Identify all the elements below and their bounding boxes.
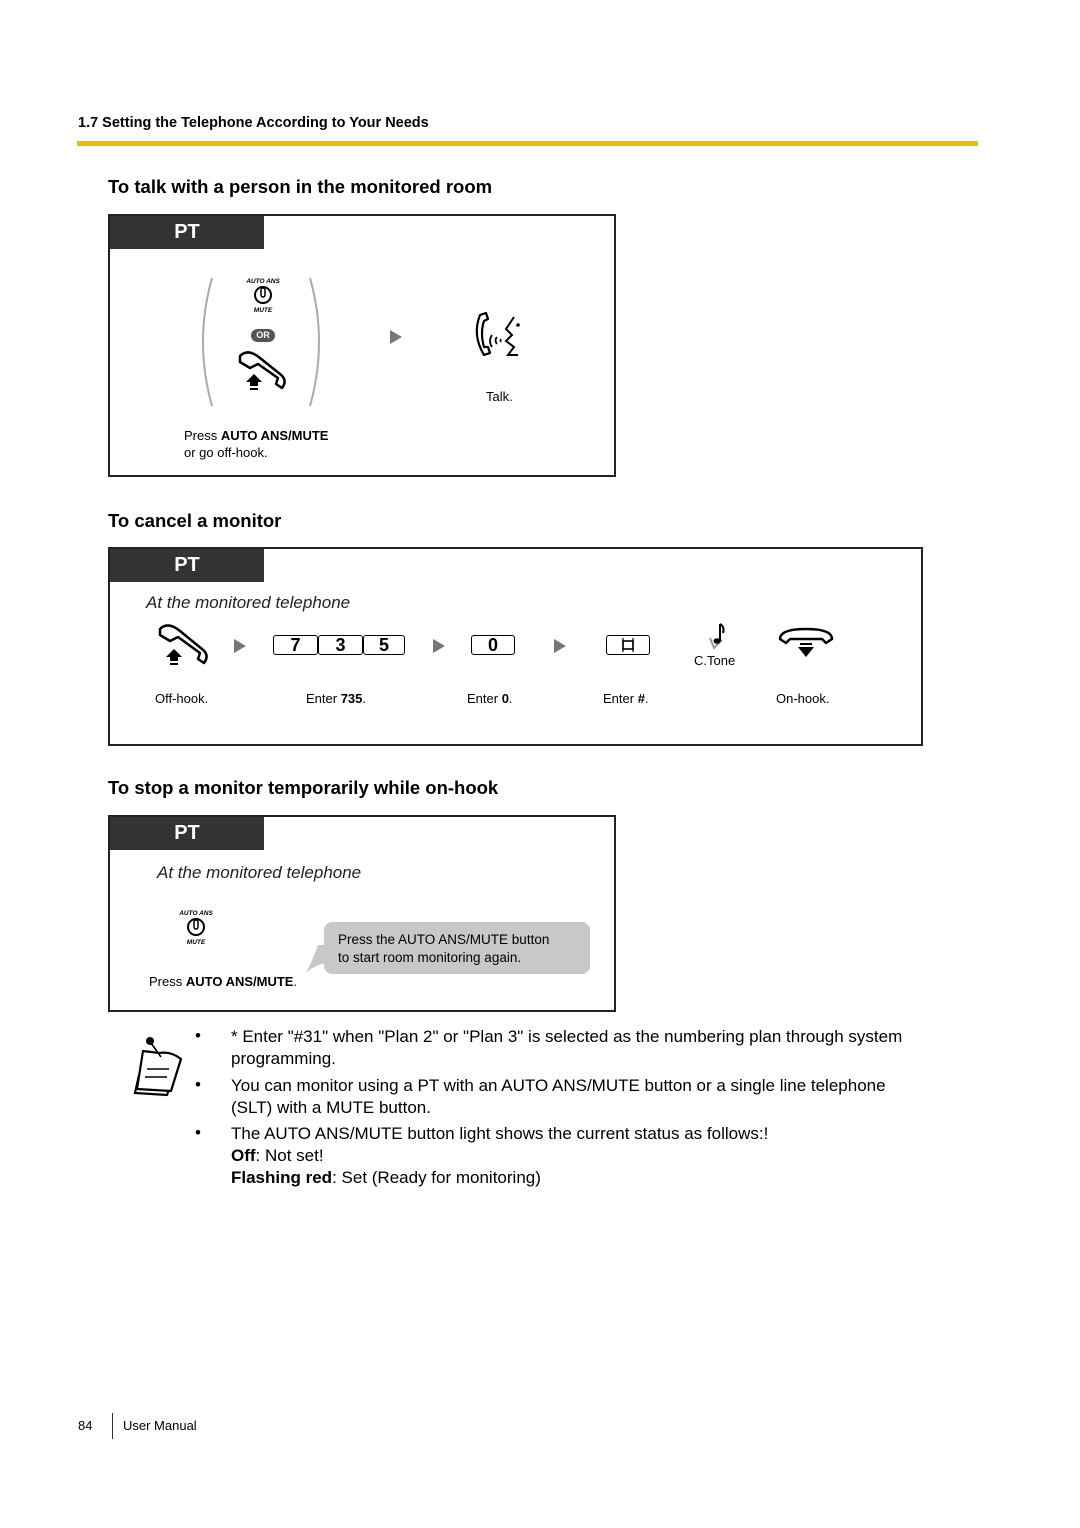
- status-label: Off: [231, 1146, 256, 1165]
- auto-ans-mute-button: AUTO ANS MUTE: [173, 910, 219, 946]
- keys-735: 7 3 5: [273, 635, 405, 655]
- caption-text: .: [644, 691, 649, 706]
- note-text: * Enter "#31" when "Plan 2" or "Plan 3" …: [231, 1026, 951, 1070]
- monitored-telephone-note: At the monitored telephone: [146, 593, 351, 612]
- note-text: You can monitor using a PT with an AUTO …: [231, 1075, 951, 1119]
- caption-enter-hash: Enter #.: [603, 691, 649, 706]
- auto-ans-mute-button: AUTO ANS MUTE: [240, 278, 286, 314]
- caption-bold-text: AUTO ANS/MUTE: [185, 974, 294, 989]
- caption-text: Press: [149, 974, 186, 989]
- talk-section-title: To talk with a person in the monitored r…: [108, 176, 493, 197]
- caption-bold-text: 735: [340, 691, 363, 706]
- next-step-arrow: [433, 639, 445, 653]
- caption-bold-text: AUTO ANS/MUTE: [220, 428, 329, 443]
- pt-tab: PT: [110, 549, 264, 582]
- confirmation-tone-icon: [709, 623, 725, 650]
- talk-icon: [475, 311, 520, 357]
- bullet: •: [195, 1123, 201, 1142]
- press-caption: Press AUTO ANS/MUTE.: [149, 974, 297, 989]
- power-button-icon: [254, 286, 272, 304]
- auto-ans-label: AUTO ANS: [179, 910, 213, 917]
- caption-text: Enter: [306, 691, 341, 706]
- status-text: : Not set!: [255, 1146, 324, 1165]
- note-text: The AUTO ANS/MUTE button light shows the…: [231, 1123, 951, 1189]
- section-header: 1.7 Setting the Telephone According to Y…: [78, 115, 429, 131]
- caption-enter-0: Enter 0.: [467, 691, 513, 706]
- hash-icon: [622, 638, 634, 652]
- next-step-arrow: [234, 639, 246, 653]
- next-step-arrow: [554, 639, 566, 653]
- step1-caption: Press AUTO ANS/MUTE or go off-hook.: [184, 427, 328, 461]
- notepad-icon: [133, 1037, 183, 1097]
- caption-offhook: Off-hook.: [155, 691, 209, 706]
- status-text: : Set (Ready for monitoring): [332, 1168, 541, 1187]
- caption-enter-735: Enter 735.: [306, 691, 366, 706]
- status-label: Flashing red: [231, 1168, 333, 1187]
- key-hash[interactable]: [606, 635, 650, 655]
- monitored-telephone-note: At the monitored telephone: [157, 863, 362, 882]
- caption-onhook: On-hook.: [776, 691, 830, 706]
- off-hook-handset-icon: [158, 624, 208, 665]
- off-hook-handset-icon: [238, 351, 286, 390]
- note-line: You can monitor using a PT with an AUTO …: [231, 1076, 886, 1095]
- note-line: The AUTO ANS/MUTE button light shows the…: [231, 1124, 769, 1143]
- footer-divider: [112, 1413, 113, 1439]
- stop-procedure-box: PT At the monitored telephone AUTO ANS M…: [108, 815, 616, 1012]
- key-5[interactable]: 5: [363, 635, 405, 655]
- cancel-section-title: To cancel a monitor: [108, 510, 282, 531]
- on-hook-handset-icon: [778, 627, 834, 657]
- key-7[interactable]: 7: [273, 635, 318, 655]
- talk-caption: Talk.: [486, 389, 513, 404]
- bubble-text: to start room monitoring again.: [338, 950, 522, 965]
- auto-ans-label: AUTO ANS: [246, 278, 280, 285]
- power-button-icon: [187, 918, 205, 936]
- footer-label: User Manual: [123, 1418, 197, 1433]
- page-number: 84: [78, 1418, 93, 1433]
- caption-bold-text: #: [637, 691, 645, 706]
- caption-text: .: [293, 974, 298, 989]
- bullet: •: [195, 1075, 201, 1094]
- cancel-procedure-box: PT At the monitored telephone 7 3 5 0 C.…: [108, 547, 923, 746]
- bullet: •: [195, 1026, 201, 1045]
- mute-label: MUTE: [253, 307, 273, 314]
- status-flashing-red: Flashing red: Set (Ready for monitoring): [231, 1167, 951, 1189]
- or-badge: OR: [251, 329, 275, 342]
- key-0[interactable]: 0: [471, 635, 515, 655]
- talk-procedure-box: PT AUTO ANS MUTE OR Talk. Press AUTO ANS…: [108, 214, 616, 477]
- bubble-text: Press the AUTO ANS/MUTE button: [338, 932, 550, 947]
- note-line: * Enter "#31" when "Plan 2" or "Plan 3" …: [231, 1027, 903, 1046]
- note-line: programming.: [231, 1049, 336, 1068]
- key-3[interactable]: 3: [318, 635, 363, 655]
- caption-text: .: [508, 691, 513, 706]
- pt-tab: PT: [110, 216, 264, 249]
- caption-text: Enter: [603, 691, 638, 706]
- caption-text: or go off-hook.: [184, 445, 268, 460]
- caption-text: Enter: [467, 691, 502, 706]
- status-off: Off: Not set!: [231, 1145, 951, 1167]
- header-rule: [77, 141, 978, 146]
- caption-bold-text: 0: [501, 691, 509, 706]
- pt-tab: PT: [110, 817, 264, 850]
- caption-text: .: [362, 691, 367, 706]
- mute-label: MUTE: [186, 939, 206, 946]
- caption-text: Press: [184, 428, 221, 443]
- stop-section-title: To stop a monitor temporarily while on-h…: [108, 777, 499, 798]
- next-step-arrow: [390, 330, 402, 344]
- ctone-label: C.Tone: [694, 653, 736, 668]
- tip-bubble: Press the AUTO ANS/MUTE button to start …: [324, 922, 590, 974]
- note-line: (SLT) with a MUTE button.: [231, 1098, 431, 1117]
